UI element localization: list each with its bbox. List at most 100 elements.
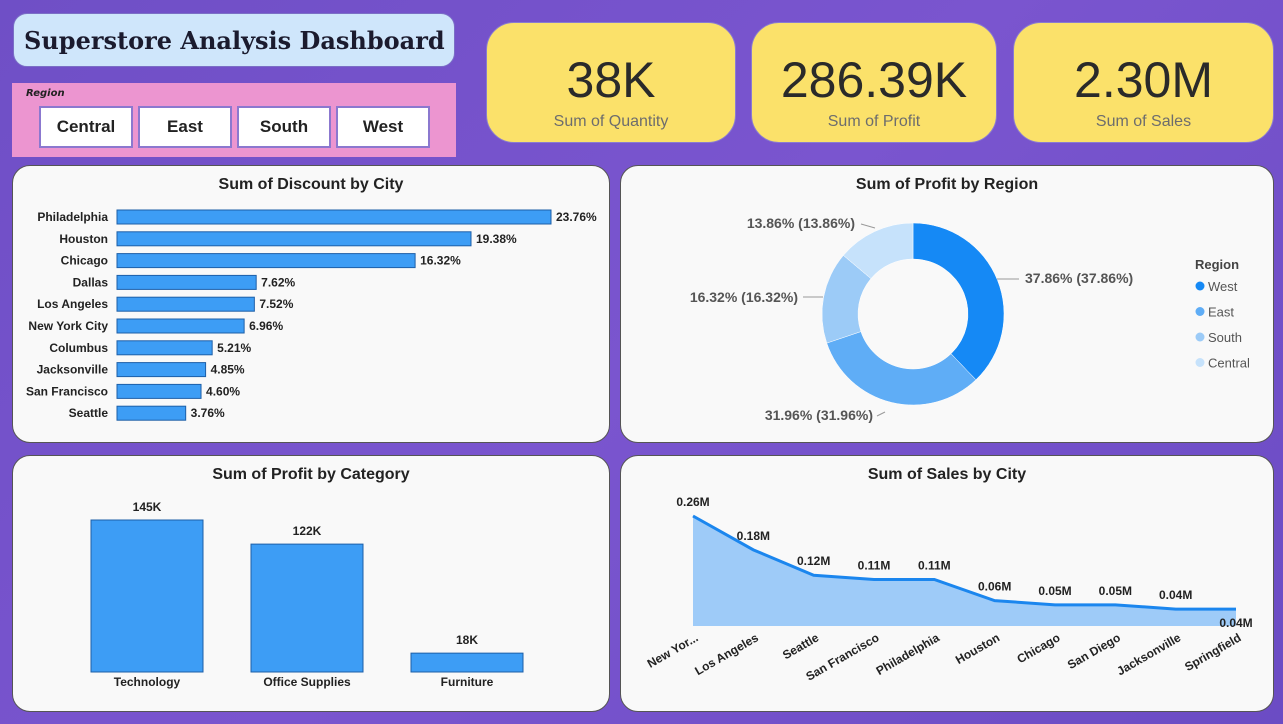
data-label: 7.62% (261, 275, 295, 289)
data-label: 0.18M (737, 529, 770, 543)
sales-area-chart: 0.26M New Yor... 0.18M Los Angeles 0.12M Seat… (645, 495, 1253, 684)
kpi-card-profit: 286.39K Sum of Profit (751, 22, 997, 143)
bar (116, 253, 416, 269)
legend-label: West (1208, 279, 1238, 294)
legend-title: Region (1195, 257, 1239, 272)
column-bar (410, 652, 524, 673)
data-label: 0.05M (1038, 584, 1071, 598)
discount-by-city-panel[interactable]: Sum of Discount by City Philadelphia 23.7… (12, 165, 610, 443)
data-label: 16.32% (420, 254, 461, 268)
kpi-label: Sum of Profit (827, 113, 921, 130)
category-label: Houston (953, 630, 1002, 666)
kpi-card-sales: 2.30M Sum of Sales (1013, 22, 1274, 143)
category-label: Philadelphia (37, 210, 108, 224)
kpi-value: 2.30M (1074, 52, 1213, 108)
category-label: Technology (114, 675, 181, 689)
data-label: 18K (456, 633, 478, 647)
data-label: 0.05M (1099, 584, 1132, 598)
category-label: Chicago (61, 254, 108, 268)
category-label: Dallas (73, 275, 109, 289)
slicer-option-east[interactable]: East (138, 106, 232, 148)
data-label: 0.04M (1159, 588, 1192, 602)
legend-marker-central (1195, 358, 1205, 367)
category-label: Jacksonville (37, 363, 109, 377)
donut-slice-east (826, 331, 977, 406)
category-label: Furniture (441, 675, 494, 689)
data-label: 19.38% (476, 232, 517, 246)
kpi-label: Sum of Quantity (553, 113, 669, 130)
slicer-option-south[interactable]: South (237, 106, 331, 148)
data-label: 0.04M (1219, 616, 1252, 630)
region-slicer: Region Central East South West (12, 83, 456, 157)
profit-donut-chart: 37.86% (37.86%) 31.96% (31.96%) 16.32% (16… (690, 215, 1250, 423)
legend-marker-south (1195, 332, 1205, 342)
kpi-card-quantity: 38K Sum of Quantity (486, 22, 736, 143)
category-label: Chicago (1014, 630, 1062, 666)
profit-by-region-panel[interactable]: Sum of Profit by Region 37.86% (37.86%) 3… (620, 165, 1274, 443)
category-label: Springfield (1182, 630, 1243, 673)
legend-label: Central (1208, 356, 1250, 371)
slicer-option-west[interactable]: West (336, 106, 430, 148)
data-label: 0.11M (858, 558, 891, 572)
category-label: Columbus (49, 341, 108, 355)
data-label: 16.32% (16.32%) (690, 289, 798, 305)
column-bar (250, 543, 364, 673)
data-label: 7.52% (259, 297, 293, 311)
category-label: Philadelphia (874, 630, 942, 678)
kpi-label: Sum of Sales (1095, 113, 1192, 130)
bar (116, 296, 255, 312)
dashboard-title-card: Superstore Analysis Dashboard (13, 13, 455, 67)
data-label: 0.26M (676, 495, 709, 509)
data-label: 5.21% (217, 341, 251, 355)
slicer-label: Region (26, 88, 65, 99)
category-label: Seattle (780, 630, 821, 662)
legend-label: South (1208, 330, 1242, 345)
bar (116, 231, 472, 247)
kpi-value: 38K (566, 52, 656, 108)
category-label: Los Angeles (692, 630, 761, 678)
category-label: Houston (59, 232, 108, 246)
data-label: 23.76% (556, 210, 597, 224)
legend-label: East (1208, 305, 1234, 320)
data-label: 0.11M (918, 558, 951, 572)
data-label: 145K (133, 500, 162, 514)
category-label: New York City (28, 319, 108, 333)
data-label: 31.96% (31.96%) (765, 407, 873, 423)
category-label: Office Supplies (263, 675, 351, 689)
category-label: Seattle (69, 406, 109, 420)
bar (116, 340, 213, 356)
page-title: Superstore Analysis Dashboard (24, 25, 445, 55)
kpi-value: 286.39K (780, 52, 968, 108)
bar (116, 383, 202, 399)
data-label: 13.86% (13.86%) (747, 215, 855, 231)
bar (116, 209, 552, 225)
donut-slice-west (912, 222, 1005, 381)
bar (116, 405, 187, 421)
discount-bar-chart: Philadelphia 23.76% Houston 19.38% Chicago 16… (26, 209, 597, 421)
bar (116, 274, 257, 290)
data-label: 4.60% (206, 384, 240, 398)
slicer-option-central[interactable]: Central (39, 106, 133, 148)
legend-marker-west (1195, 281, 1205, 291)
category-label: New Yor... (645, 630, 701, 670)
sales-by-city-panel[interactable]: Sum of Sales by City 0.26M New Yor... 0.18… (620, 455, 1274, 712)
category-label: Los Angeles (37, 297, 108, 311)
bar (116, 362, 207, 378)
data-label: 37.86% (37.86%) (1025, 270, 1133, 286)
data-label: 122K (293, 524, 322, 538)
area-fill (693, 516, 1236, 626)
column-bar (90, 519, 204, 673)
data-label: 3.76% (191, 406, 225, 420)
data-label: 0.06M (978, 580, 1011, 594)
category-label: Jacksonville (1114, 630, 1183, 678)
data-label: 6.96% (249, 319, 283, 333)
leader-line (860, 223, 876, 229)
data-label: 4.85% (211, 363, 245, 377)
category-column-chart: 145K Technology 122K Office Supplies 18K Furn… (90, 500, 524, 689)
profit-by-category-panel[interactable]: Sum of Profit by Category 145K Technology… (12, 455, 610, 712)
legend-marker-east (1195, 307, 1205, 316)
category-label: San Francisco (26, 384, 108, 398)
bar (116, 318, 245, 334)
data-label: 0.12M (797, 554, 830, 568)
leader-line (876, 411, 886, 417)
